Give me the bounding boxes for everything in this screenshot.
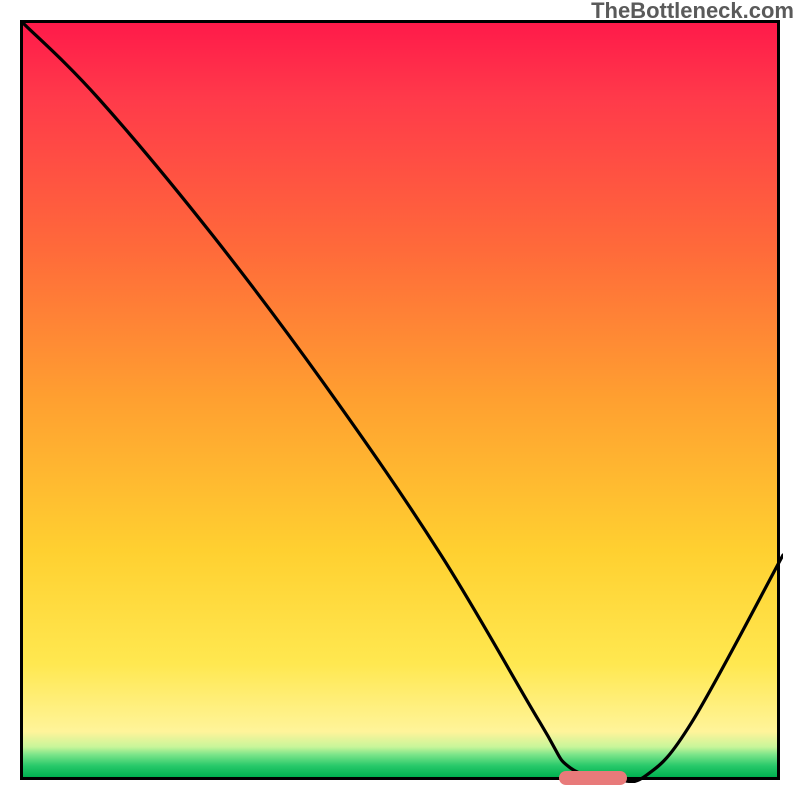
bottleneck-chart: TheBottleneck.com	[0, 0, 800, 800]
plot-area	[20, 20, 780, 780]
optimal-marker	[559, 771, 627, 785]
gradient-background	[23, 23, 777, 777]
watermark-text: TheBottleneck.com	[591, 0, 794, 24]
